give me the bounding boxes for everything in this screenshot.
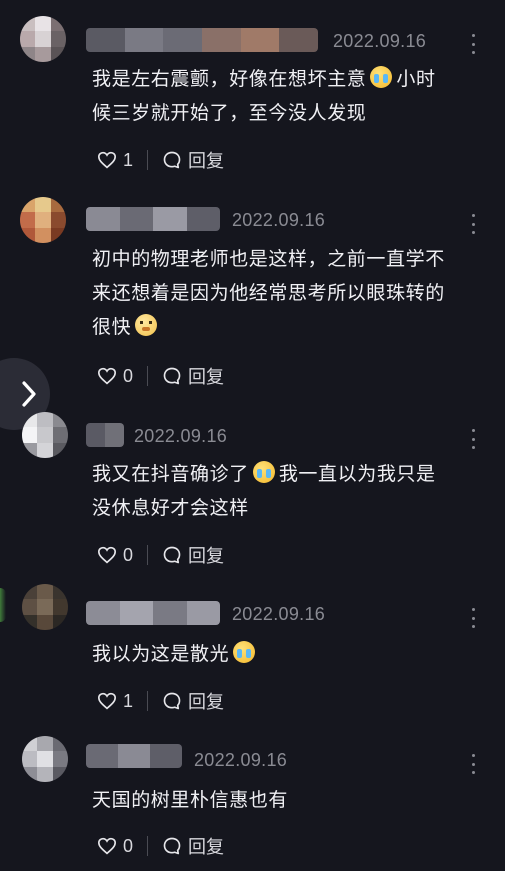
comment-text: 初中的物理老师也是这样，之前一直学不 来还想着是因为他经常思考所以眼珠转的 很快 [92,248,445,338]
avatar[interactable] [20,197,66,243]
reply-bubble-icon[interactable] [162,366,182,386]
reply-bubble-icon[interactable] [162,545,182,565]
more-options-button[interactable] [471,429,475,449]
more-options-button[interactable] [471,214,475,234]
comment-text: 我以为这是散光 [92,637,492,671]
username-blurred[interactable] [86,207,220,231]
comment-text: 我又在抖音确诊了 我一直以为我只是 没休息好才会这样 [92,461,436,519]
like-count: 0 [123,835,134,856]
comment-text: 天国的树里朴信惠也有 [92,789,289,811]
like-count: 0 [123,365,134,386]
reply-bubble-icon[interactable] [162,836,182,856]
cry-laugh-emoji [233,641,256,663]
like-count: 1 [123,149,134,170]
heart-icon[interactable] [97,546,117,564]
chevron-right-icon [22,381,36,407]
reply-button[interactable]: 回复 [188,688,224,714]
avatar[interactable] [22,736,68,782]
reply-bubble-icon[interactable] [162,691,182,711]
divider [147,691,149,711]
reply-button[interactable]: 回复 [188,363,224,389]
divider [147,836,149,856]
avatar[interactable] [22,412,68,458]
comment-date: 2022.09.16 [333,31,427,51]
comment-date: 2022.09.16 [194,750,288,770]
pleading-emoji [135,314,158,336]
cry-laugh-emoji [370,66,393,88]
heart-icon[interactable] [97,367,117,385]
like-count: 1 [123,690,134,711]
reply-button[interactable]: 回复 [188,542,224,568]
more-options-button[interactable] [471,34,475,54]
heart-icon[interactable] [97,692,117,710]
like-count: 0 [123,544,134,565]
edge-decoration [0,588,6,622]
username-blurred[interactable] [86,744,182,768]
heart-icon[interactable] [97,151,117,169]
more-options-button[interactable] [471,608,475,628]
divider [147,366,149,386]
comment-text: 我是左右震颤，好像在想坏主意 小时 候三岁就开始了，至今没人发现 [92,66,436,124]
reply-button[interactable]: 回复 [188,833,224,859]
avatar[interactable] [20,16,66,62]
comment-date: 2022.09.16 [232,210,326,230]
avatar[interactable] [22,584,68,630]
username-blurred[interactable] [86,601,220,625]
heart-icon[interactable] [97,837,117,855]
cry-laugh-emoji [252,461,275,483]
reply-bubble-icon[interactable] [162,150,182,170]
comment-date: 2022.09.16 [134,426,228,446]
username-blurred[interactable] [86,28,318,52]
comment-date: 2022.09.16 [232,604,326,624]
more-options-button[interactable] [471,754,475,774]
divider [147,545,149,565]
divider [147,150,149,170]
username-blurred[interactable] [86,423,124,447]
reply-button[interactable]: 回复 [188,147,224,173]
